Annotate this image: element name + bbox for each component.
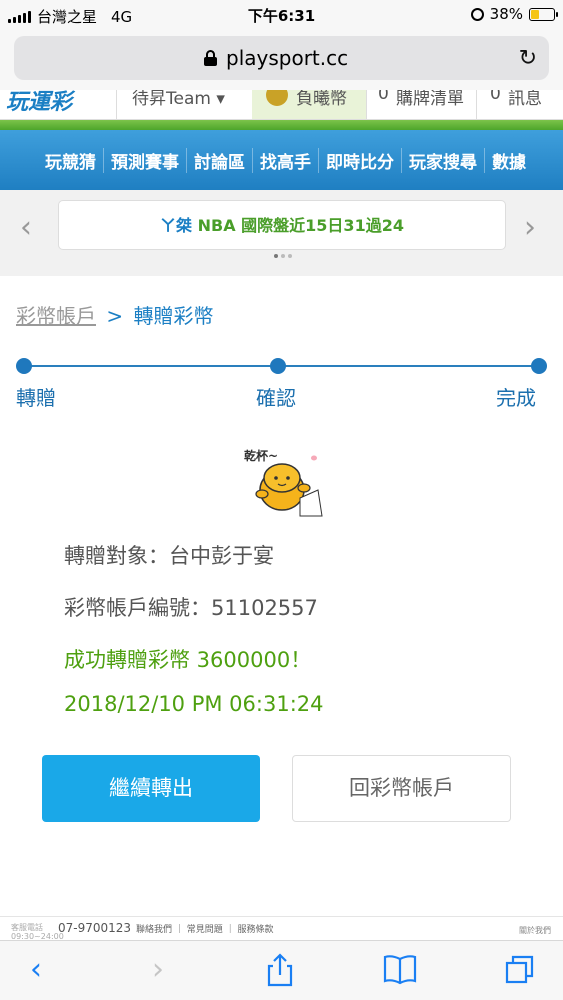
divider (476, 90, 477, 119)
forward-icon[interactable]: › (138, 953, 178, 989)
breadcrumb-parent[interactable]: 彩幣帳戶 (16, 304, 96, 328)
breadcrumb-separator: > (106, 304, 124, 328)
step-label-complete: 完成 (496, 386, 536, 410)
header-msg-count: 0 (490, 90, 501, 104)
header-team-menu[interactable]: 待昇Team ▾ (132, 90, 225, 109)
footer-links[interactable]: 聯絡我們 ｜ 常見問題 ｜ 服務條款 (136, 922, 273, 935)
breadcrumb: 彩幣帳戶 > 轉贈彩幣 (16, 300, 213, 329)
battery-icon (529, 7, 558, 21)
header-coin[interactable]: 負曦幣 (252, 90, 366, 119)
site-header: 玩運彩 待昇Team ▾ 負曦幣 0 購牌清單 0 訊息 (0, 90, 563, 120)
step-progress: 轉贈 確認 完成 (0, 356, 563, 416)
celebration-sticker: 乾杯~ (244, 448, 323, 517)
status-bar: 台灣之星 4G 下午6:31 38% (0, 0, 563, 30)
header-coin-label: 負曦幣 (296, 90, 347, 109)
header-messages[interactable]: 訊息 (508, 90, 542, 109)
breadcrumb-current: 轉贈彩幣 (133, 304, 214, 328)
continue-transfer-button[interactable]: 繼續轉出 (42, 755, 260, 822)
nav-item-livescore[interactable]: 即時比分 (319, 147, 402, 173)
browser-address-area: playsport.cc ↻ (0, 30, 563, 90)
step-dot-2 (270, 358, 286, 374)
footer-phone[interactable]: 07-9700123 (58, 921, 131, 935)
tabs-icon[interactable] (500, 953, 540, 989)
footer-hotline: 客服電話 09:30~24:00 (11, 923, 64, 941)
lock-icon (204, 50, 217, 66)
header-green-strip (0, 120, 563, 130)
bookmarks-icon[interactable] (380, 953, 420, 989)
ticker-pagination (274, 254, 292, 258)
battery-percent: 38% (489, 5, 523, 23)
account-number: 彩幣帳戶編號：51102557 (64, 596, 318, 620)
footer-hotline-label: 客服電話 (11, 923, 43, 932)
coin-icon (266, 90, 288, 106)
nav-item-player-search[interactable]: 玩家搜尋 (402, 147, 485, 173)
step-dot-1 (16, 358, 32, 374)
battery-fill (531, 9, 540, 19)
browser-toolbar: ‹ › (0, 940, 563, 1000)
nav-item-predict[interactable]: 預測賽事 (104, 147, 187, 173)
header-cart-count: 0 (378, 90, 389, 104)
nav-item-guess[interactable]: 玩競猜 (38, 147, 104, 173)
site-logo[interactable]: 玩運彩 (6, 90, 72, 116)
reload-icon[interactable]: ↻ (519, 46, 537, 71)
ticker-area: ‹ ㄚ桀 NBA 國際盤近15日31過24 › (0, 190, 563, 276)
ticker-user: ㄚ桀 (160, 216, 193, 235)
transfer-recipient: 轉贈對象：台中彭于宴 (64, 544, 274, 568)
sticker-text: 乾杯~ (244, 448, 278, 463)
ticker-next-icon[interactable]: › (524, 210, 536, 245)
share-icon[interactable] (260, 953, 300, 989)
step-label-confirm: 確認 (256, 386, 296, 410)
nav-item-experts[interactable]: 找高手 (253, 147, 319, 173)
header-cart[interactable]: 購牌清單 (396, 90, 464, 109)
nav-item-forum[interactable]: 討論區 (187, 147, 253, 173)
divider (366, 90, 367, 119)
step-dot-3 (531, 358, 547, 374)
success-message: 成功轉贈彩幣 3600000！ (64, 648, 312, 672)
divider (116, 90, 117, 119)
ticker-prev-icon[interactable]: ‹ (20, 210, 32, 245)
step-label-transfer: 轉贈 (16, 386, 56, 410)
address-bar[interactable]: playsport.cc ↻ (14, 36, 549, 80)
alarm-icon (470, 7, 484, 21)
main-nav: 玩競猜 預測賽事 討論區 找高手 即時比分 玩家搜尋 數據 (0, 130, 563, 190)
back-icon[interactable]: ‹ (16, 953, 56, 989)
transfer-timestamp: 2018/12/10 PM 06:31:24 (64, 692, 324, 716)
ticker-box[interactable]: ㄚ桀 NBA 國際盤近15日31過24 (58, 200, 506, 250)
address-url[interactable]: playsport.cc (226, 46, 348, 70)
nav-item-data[interactable]: 數據 (485, 148, 533, 173)
back-to-account-button[interactable]: 回彩幣帳戶 (292, 755, 511, 822)
status-right: 38% (470, 5, 558, 23)
ticker-text: NBA 國際盤近15日31過24 (197, 216, 404, 235)
footer-about[interactable]: 關於我們 (519, 925, 551, 936)
